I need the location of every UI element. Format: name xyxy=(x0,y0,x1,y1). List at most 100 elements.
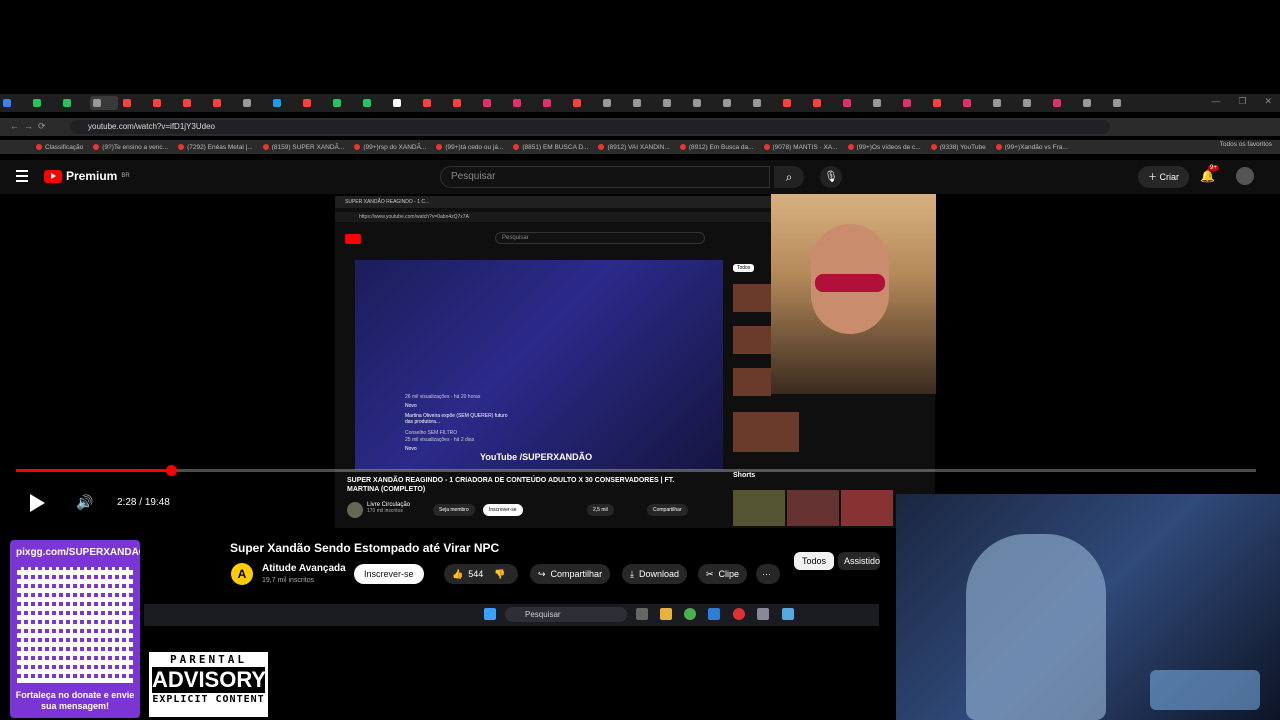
app-icon[interactable] xyxy=(733,608,745,620)
browser-tab[interactable] xyxy=(780,96,808,110)
browser-tab[interactable] xyxy=(0,96,28,110)
tab-favicon-icon xyxy=(903,99,911,107)
bookmark-item[interactable]: (8912) Em Busca da... xyxy=(679,144,754,151)
progress-bar[interactable] xyxy=(16,469,1256,472)
bookmark-item[interactable]: (99+)tá cedo ou já... xyxy=(436,144,503,151)
bookmark-item[interactable]: (9338) YouTube xyxy=(930,144,986,151)
app-icon[interactable] xyxy=(782,608,794,620)
youtube-play-icon xyxy=(44,169,62,183)
browser-tab[interactable] xyxy=(1050,96,1078,110)
bell-icon[interactable]: 🔔 xyxy=(1200,169,1215,183)
browser-tab[interactable] xyxy=(570,96,598,110)
share-button[interactable]: ↪ Compartilhar xyxy=(530,564,611,584)
bookmark-item[interactable]: (7292) Enéas Metal |... xyxy=(178,144,253,151)
more-actions-button[interactable]: ··· xyxy=(756,564,780,584)
task-view-icon[interactable] xyxy=(636,608,648,620)
browser-tab[interactable] xyxy=(420,96,448,110)
hamburger-menu-icon[interactable] xyxy=(16,170,28,182)
bookmark-item[interactable]: (99+)rsp do XANDÃ... xyxy=(354,144,426,151)
progress-scrubber[interactable] xyxy=(165,465,177,476)
mic-icon[interactable]: 🎙 xyxy=(820,166,842,188)
browser-tab[interactable] xyxy=(1110,96,1138,110)
all-favorites[interactable]: Todos os favoritos xyxy=(1220,141,1272,148)
browser-tab[interactable] xyxy=(270,96,298,110)
nav-buttons[interactable]: ← → ⟳ xyxy=(10,121,46,132)
browser-tab[interactable] xyxy=(690,96,718,110)
browser-tab[interactable] xyxy=(750,96,778,110)
browser-tab[interactable] xyxy=(540,96,568,110)
browser-tab[interactable] xyxy=(630,96,658,110)
minimize-icon[interactable]: — xyxy=(1211,96,1220,107)
browser-tab[interactable] xyxy=(1080,96,1108,110)
browser-tab[interactable] xyxy=(870,96,898,110)
address-bar[interactable]: youtube.com/watch?v=ifD1jY3Udeo xyxy=(70,120,1110,134)
inner-watermark: YouTube /SUPERXANDÃO xyxy=(480,452,593,462)
browser-tab[interactable] xyxy=(150,96,178,110)
chrome-icon[interactable] xyxy=(684,608,696,620)
bookmark-item[interactable]: (8912) VAI XANDIN... xyxy=(598,144,670,151)
browser-tab[interactable] xyxy=(960,96,988,110)
like-dislike-group[interactable]: 👍 544 👎 xyxy=(444,564,518,584)
browser-tab[interactable] xyxy=(60,96,88,110)
avatar[interactable] xyxy=(1236,167,1254,185)
like-icon[interactable]: 👍 xyxy=(452,564,463,584)
browser-tab[interactable] xyxy=(510,96,538,110)
browser-tab[interactable] xyxy=(720,96,748,110)
browser-tab[interactable] xyxy=(1020,96,1048,110)
inner-sidebar-meta: 26 mil visualizações · há 20 horas xyxy=(405,394,481,400)
browser-tab[interactable] xyxy=(990,96,1018,110)
search-icon[interactable]: ⌕ xyxy=(774,166,804,188)
browser-tab[interactable] xyxy=(180,96,208,110)
browser-tab[interactable] xyxy=(900,96,928,110)
bookmark-item[interactable]: (9078) MANTIS · XA... xyxy=(763,144,838,151)
bookmark-item[interactable]: (99+)Os vídeos de c... xyxy=(847,144,921,151)
settings-icon[interactable] xyxy=(757,608,769,620)
channel-name[interactable]: Atitude Avançada xyxy=(262,563,346,574)
browser-tab[interactable] xyxy=(330,96,358,110)
subscribe-button[interactable]: Inscrever-se xyxy=(354,564,424,584)
browser-tab[interactable] xyxy=(660,96,688,110)
bookmark-item[interactable]: Classificação xyxy=(36,144,83,151)
browser-tab[interactable] xyxy=(210,96,238,110)
create-button[interactable]: ＋ Criar xyxy=(1138,166,1190,188)
browser-tab[interactable] xyxy=(840,96,868,110)
windows-start-icon[interactable] xyxy=(484,608,496,620)
bookmark-item[interactable]: (99+)Xandão vs Fra... xyxy=(995,144,1068,151)
clip-label: Clipe xyxy=(718,569,740,579)
tab-favicon-icon xyxy=(843,99,851,107)
tab-favicon-icon xyxy=(153,99,161,107)
browser-tab[interactable] xyxy=(600,96,628,110)
inner-like-button: 2,5 mil xyxy=(587,504,614,516)
chip-all[interactable]: Todos xyxy=(794,552,835,570)
download-button[interactable]: ⤓ Download xyxy=(622,564,688,584)
app-icon[interactable] xyxy=(708,608,720,620)
browser-tab[interactable] xyxy=(360,96,388,110)
youtube-logo[interactable]: Premium BR xyxy=(44,169,130,183)
chip-watched[interactable]: Assistidos xyxy=(838,552,880,570)
bookmark-item[interactable]: (8159) SUPER XANDÃ... xyxy=(262,144,344,151)
close-icon[interactable]: ✕ xyxy=(1264,96,1272,107)
bookmark-item[interactable]: (9?)Te ensino a venc... xyxy=(93,144,168,151)
browser-tab[interactable] xyxy=(390,96,418,110)
browser-tab[interactable] xyxy=(120,96,148,110)
bookmark-item[interactable]: (8851) EM BUSCA D... xyxy=(513,144,588,151)
search-input[interactable]: Pesquisar xyxy=(440,166,770,188)
browser-tab[interactable] xyxy=(480,96,508,110)
maximize-icon[interactable]: ❐ xyxy=(1238,96,1246,107)
play-icon[interactable] xyxy=(30,494,45,512)
volume-icon[interactable]: 🔊 xyxy=(76,494,93,511)
browser-tab[interactable] xyxy=(90,96,118,110)
clip-button[interactable]: ✂ Clipe xyxy=(698,564,748,584)
folder-icon[interactable] xyxy=(660,608,672,620)
browser-tab[interactable] xyxy=(930,96,958,110)
browser-tab[interactable] xyxy=(300,96,328,110)
bookmark-icon xyxy=(262,144,269,150)
browser-tab[interactable] xyxy=(240,96,268,110)
dislike-icon[interactable]: 👎 xyxy=(494,564,505,584)
window-controls[interactable]: — ❐ ✕ xyxy=(1211,96,1272,107)
browser-tab[interactable] xyxy=(30,96,58,110)
taskbar-search[interactable]: Pesquisar xyxy=(505,607,627,622)
browser-tab[interactable] xyxy=(450,96,478,110)
browser-tab[interactable] xyxy=(810,96,838,110)
channel-avatar[interactable]: A xyxy=(231,563,253,585)
